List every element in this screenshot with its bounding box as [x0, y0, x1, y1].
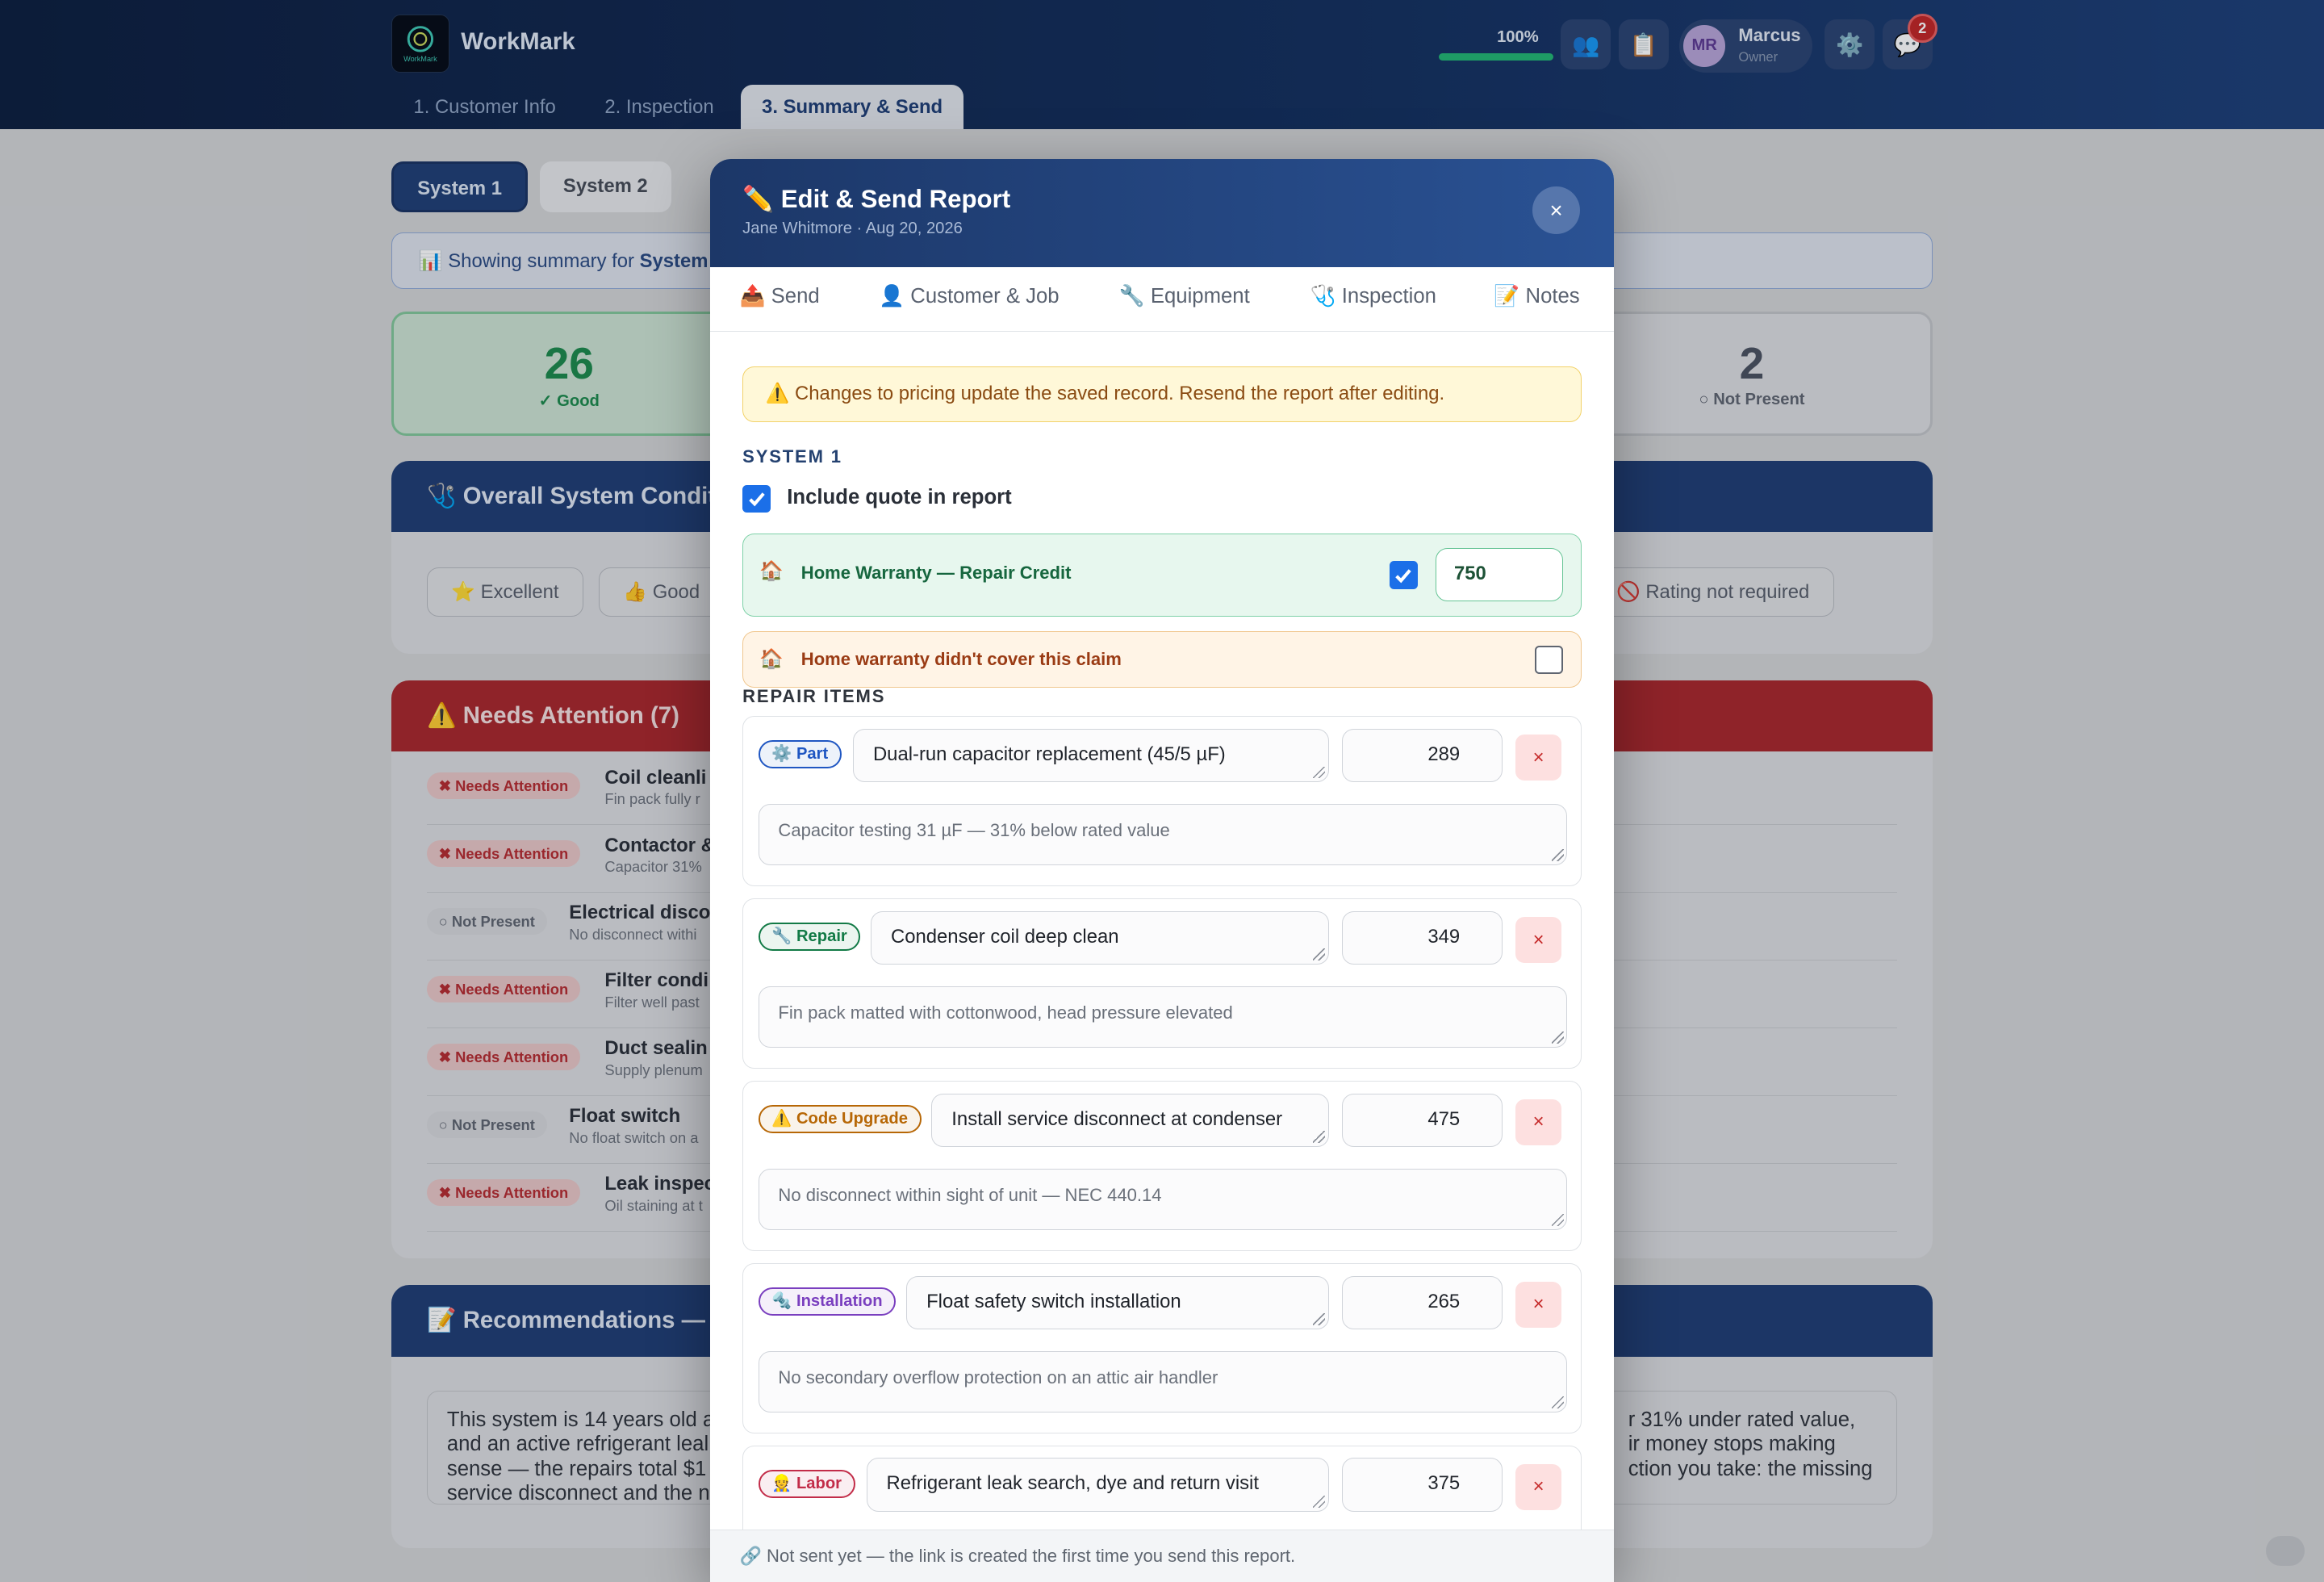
home-warranty-credit-row: 🏠 Home Warranty — Repair Credit 750 [742, 534, 1582, 617]
item-description-input[interactable]: Dual-run capacitor replacement (45/5 µF) [853, 728, 1329, 782]
repair-items-label: REPAIR ITEMS [742, 686, 886, 707]
resize-handle[interactable] [1313, 1131, 1325, 1144]
repair-item: ⚙️ Part Dual-run capacitor replacement (4… [742, 716, 1582, 887]
remove-item-button[interactable]: × [1515, 1463, 1562, 1510]
category-badge[interactable]: 👷 Labor [758, 1470, 855, 1499]
edit-send-report-modal: ✏️ Edit & Send Report Jane Whitmore · Au… [709, 158, 1615, 1582]
resize-handle[interactable] [1313, 766, 1325, 779]
remove-item-button[interactable]: × [1515, 734, 1562, 781]
resize-handle[interactable] [1313, 1496, 1325, 1508]
warranty-credit-input[interactable]: 750 [1435, 547, 1563, 601]
modal-footer: 🔗 Not sent yet — the link is created the… [709, 1530, 1615, 1582]
house-icon: 🏠 [759, 560, 784, 583]
item-note-textarea[interactable]: Fin pack matted with cottonwood, head pr… [758, 986, 1568, 1048]
resize-handle[interactable] [1313, 948, 1325, 961]
item-note-textarea[interactable]: No disconnect within sight of unit — NEC… [758, 1169, 1568, 1230]
item-price-input[interactable]: 349 [1342, 910, 1503, 965]
item-description-text: Refrigerant leak search, dye and return … [886, 1472, 1259, 1495]
house-icon: 🏠 [759, 647, 784, 670]
category-badge[interactable]: ⚙️ Part [758, 740, 842, 769]
warranty-denied-row: 🏠 Home warranty didn't cover this claim [742, 631, 1582, 688]
item-note-text: No disconnect within sight of unit — NEC… [778, 1184, 1162, 1205]
home-warranty-checkbox[interactable] [1389, 561, 1418, 590]
modal-body: ⚠️ Changes to pricing update the saved r… [710, 332, 1614, 1530]
close-button[interactable]: × [1532, 186, 1580, 235]
modal-header: ✏️ Edit & Send Report Jane Whitmore · Au… [709, 158, 1615, 267]
modal-tab-customer-job[interactable]: 👤 Customer & Job [879, 267, 1059, 331]
close-icon: × [1549, 197, 1563, 223]
pricing-warning: ⚠️ Changes to pricing update the saved r… [742, 366, 1582, 423]
remove-item-button[interactable]: × [1515, 1099, 1562, 1145]
resize-handle[interactable] [1552, 1214, 1564, 1226]
item-description-input[interactable]: Condenser coil deep clean [871, 910, 1329, 965]
remove-item-button[interactable]: × [1515, 1281, 1562, 1328]
item-price-input[interactable]: 265 [1342, 1275, 1503, 1329]
modal-tab-notes[interactable]: 📝 Notes [1494, 267, 1579, 331]
modal-title: ✏️ Edit & Send Report [742, 184, 1011, 213]
item-price-input[interactable]: 375 [1342, 1458, 1503, 1512]
item-price-input[interactable]: 475 [1342, 1093, 1503, 1147]
modal-tab-inspection[interactable]: 🩺 Inspection [1310, 267, 1436, 331]
resize-handle[interactable] [1552, 849, 1564, 862]
category-badge[interactable]: 🔩 Installation [758, 1287, 897, 1316]
warranty-denied-label: Home warranty didn't cover this claim [800, 648, 1122, 669]
repair-item: 🔩 Installation Float safety switch instal… [742, 1262, 1582, 1434]
modal-tabs: 📤 Send 👤 Customer & Job 🔧 Equipment 🩺 In… [709, 266, 1615, 332]
share-link-status: 🔗 Not sent yet — the link is created the… [739, 1545, 1296, 1566]
repair-item: 👷 Labor Refrigerant leak search, dye and … [742, 1445, 1582, 1530]
item-note-textarea[interactable]: Capacitor testing 31 µF — 31% below rate… [758, 804, 1568, 865]
resize-handle[interactable] [1552, 1032, 1564, 1044]
include-quote-checkbox[interactable] [742, 484, 771, 513]
warranty-denied-checkbox[interactable] [1534, 645, 1563, 674]
item-description-text: Condenser coil deep clean [891, 925, 1119, 948]
item-note-textarea[interactable]: No secondary overflow protection on an a… [758, 1351, 1568, 1412]
modal-tab-equipment[interactable]: 🔧 Equipment [1119, 267, 1250, 331]
item-description-text: Dual-run capacitor replacement (45/5 µF) [872, 743, 1226, 765]
home-warranty-label: Home Warranty — Repair Credit [800, 563, 1072, 584]
resize-handle[interactable] [1313, 1313, 1325, 1325]
item-note-text: Capacitor testing 31 µF — 31% below rate… [778, 819, 1170, 840]
repair-item: ⚠️ Code Upgrade Install service disconnec… [742, 1080, 1582, 1252]
item-description-input[interactable]: Refrigerant leak search, dye and return … [866, 1458, 1329, 1512]
modal-tab-send[interactable]: 📤 Send [739, 267, 819, 331]
item-description-input[interactable]: Float safety switch installation [906, 1275, 1329, 1329]
category-badge[interactable]: ⚠️ Code Upgrade [758, 1105, 922, 1134]
resize-handle[interactable] [1552, 1396, 1564, 1408]
modal-subtitle: Jane Whitmore · Aug 20, 2026 [742, 219, 963, 237]
item-description-text: Float safety switch installation [926, 1290, 1181, 1312]
item-description-text: Install service disconnect at condenser [951, 1107, 1283, 1130]
checkmark-icon [1395, 568, 1412, 584]
checkmark-icon [748, 492, 765, 507]
repair-item: 🔧 Repair Condenser coil deep clean 349 × Fin… [742, 898, 1582, 1069]
remove-item-button[interactable]: × [1515, 917, 1562, 963]
include-quote-label: Include quote in report [787, 486, 1012, 509]
system-label: SYSTEM 1 [742, 446, 842, 467]
item-price-input[interactable]: 289 [1342, 728, 1503, 782]
item-note-text: No secondary overflow protection on an a… [778, 1366, 1218, 1387]
item-description-input[interactable]: Install service disconnect at condenser [931, 1093, 1329, 1147]
item-note-text: Fin pack matted with cottonwood, head pr… [778, 1002, 1233, 1023]
category-badge[interactable]: 🔧 Repair [758, 923, 861, 952]
